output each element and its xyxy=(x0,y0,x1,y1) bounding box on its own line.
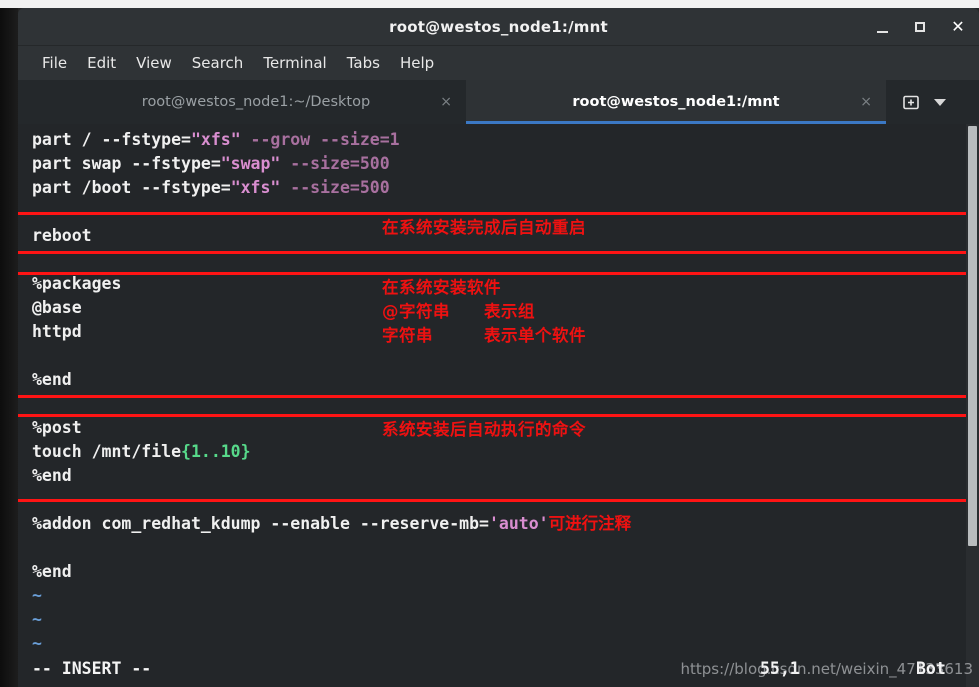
annotation-post: 系统安装后自动执行的命令 xyxy=(382,420,586,439)
part-swap-str: "swap" xyxy=(220,154,281,173)
code-line-packages: %packages xyxy=(32,272,979,296)
annotation-packages-2: @字符串 表示组 xyxy=(382,302,535,321)
tab-mnt-close-icon[interactable]: × xyxy=(860,95,872,109)
code-line-addon: %addon com_redhat_kdump --enable --reser… xyxy=(32,512,979,536)
part-root-opt1: --fstype= xyxy=(101,130,191,149)
code-line-addon-end: %end xyxy=(32,560,979,584)
desktop-background: root@westos_node1:/mnt ✕ File Edit View … xyxy=(0,0,979,687)
part-swap-opt1: --fstype= xyxy=(131,154,221,173)
tabbar: root@westos_node1:~/Desktop × root@westo… xyxy=(18,80,979,124)
annotation-reboot: 在系统安装完成后自动重启 xyxy=(382,218,586,237)
menu-item-view[interactable]: View xyxy=(128,51,180,75)
code-line-part-swap: part swap --fstype="swap" --size=500 xyxy=(32,152,979,176)
part-boot-str: "xfs" xyxy=(230,178,281,197)
part-swap-opt2: --size=500 xyxy=(280,154,390,173)
base-group: @base xyxy=(32,298,82,317)
reboot-keyword: reboot xyxy=(32,226,92,245)
minimize-icon xyxy=(876,30,888,33)
tabbar-actions xyxy=(886,80,962,124)
touch-command: touch /mnt/file xyxy=(32,442,182,461)
tab-mnt-label: root@westos_node1:/mnt xyxy=(572,94,780,110)
terminal-scrollbar[interactable] xyxy=(966,124,979,687)
part-boot-cmd: part /boot xyxy=(32,178,142,197)
post-end-keyword: %end xyxy=(32,466,72,485)
tab-mnt[interactable]: root@westos_node1:/mnt × xyxy=(466,80,886,124)
vim-tilde-3: ~ xyxy=(32,632,979,656)
terminal-window: root@westos_node1:/mnt ✕ File Edit View … xyxy=(18,8,979,687)
vim-scroll-location: Bot xyxy=(916,659,946,678)
vim-mode-indicator: -- INSERT -- xyxy=(32,659,152,678)
vim-tilde-1: ~ xyxy=(32,584,979,608)
vim-tilde-2: ~ xyxy=(32,608,979,632)
part-root-cmd: part / xyxy=(32,130,102,149)
terminal-body[interactable]: part / --fstype="xfs" --grow --size=1 pa… xyxy=(18,124,979,687)
part-root-opt2: --grow --size=1 xyxy=(240,130,400,149)
annotation-packages-1: 在系统安装软件 xyxy=(382,278,501,297)
menubar: File Edit View Search Terminal Tabs Help xyxy=(18,46,979,80)
window-controls: ✕ xyxy=(871,8,969,46)
maximize-button[interactable] xyxy=(909,16,931,38)
tilde-glyph: ~ xyxy=(32,586,42,605)
tab-desktop[interactable]: root@westos_node1:~/Desktop × xyxy=(46,80,466,124)
window-titlebar: root@westos_node1:/mnt ✕ xyxy=(18,8,979,46)
httpd-package: httpd xyxy=(32,322,82,341)
tilde-glyph: ~ xyxy=(32,634,42,653)
tab-desktop-close-icon[interactable]: × xyxy=(440,95,452,109)
chevron-down-icon[interactable] xyxy=(934,98,946,106)
part-swap-cmd: part swap xyxy=(32,154,132,173)
menu-item-search[interactable]: Search xyxy=(184,51,252,75)
code-line-touch: touch /mnt/file{1..10} xyxy=(32,440,979,464)
addon-annotation: 可进行注释 xyxy=(548,514,632,533)
terminal-scrollbar-thumb[interactable] xyxy=(968,126,977,546)
post-keyword: %post xyxy=(32,418,82,437)
part-root-str: "xfs" xyxy=(190,130,241,149)
menu-item-file[interactable]: File xyxy=(34,51,75,75)
close-button[interactable]: ✕ xyxy=(947,16,969,38)
packages-keyword: %packages xyxy=(32,274,122,293)
touch-brace-expansion: {1..10} xyxy=(181,442,251,461)
tabbar-left-spacer xyxy=(18,80,46,124)
code-line-post-end: %end xyxy=(32,464,979,488)
window-title: root@westos_node1:/mnt xyxy=(389,17,608,36)
code-line-part-root: part / --fstype="xfs" --grow --size=1 xyxy=(32,128,979,152)
minimize-button[interactable] xyxy=(871,16,893,38)
part-boot-opt1: --fstype= xyxy=(141,178,231,197)
code-line-part-boot: part /boot --fstype="xfs" --size=500 xyxy=(32,176,979,200)
part-boot-opt2: --size=500 xyxy=(280,178,390,197)
menu-item-terminal[interactable]: Terminal xyxy=(255,51,334,75)
vim-statusline: -- INSERT -- 55,1 Bot xyxy=(18,657,979,683)
close-icon: ✕ xyxy=(951,17,965,36)
annotation-packages-3: 字符串 表示单个软件 xyxy=(382,326,586,345)
addon-command: %addon com_redhat_kdump --enable --reser… xyxy=(32,514,489,533)
packages-end-keyword: %end xyxy=(32,370,72,389)
menu-item-help[interactable]: Help xyxy=(392,51,442,75)
menu-item-edit[interactable]: Edit xyxy=(79,51,124,75)
code-line-packages-end: %end xyxy=(32,368,979,392)
new-tab-icon[interactable] xyxy=(902,93,920,111)
vim-cursor-position: 55,1 xyxy=(760,659,800,678)
tab-desktop-label: root@westos_node1:~/Desktop xyxy=(141,94,371,110)
menu-item-tabs[interactable]: Tabs xyxy=(339,51,388,75)
addon-end-keyword: %end xyxy=(32,562,72,581)
addon-string-value: 'auto' xyxy=(488,514,549,533)
tilde-glyph: ~ xyxy=(32,610,42,629)
maximize-icon xyxy=(915,22,925,32)
